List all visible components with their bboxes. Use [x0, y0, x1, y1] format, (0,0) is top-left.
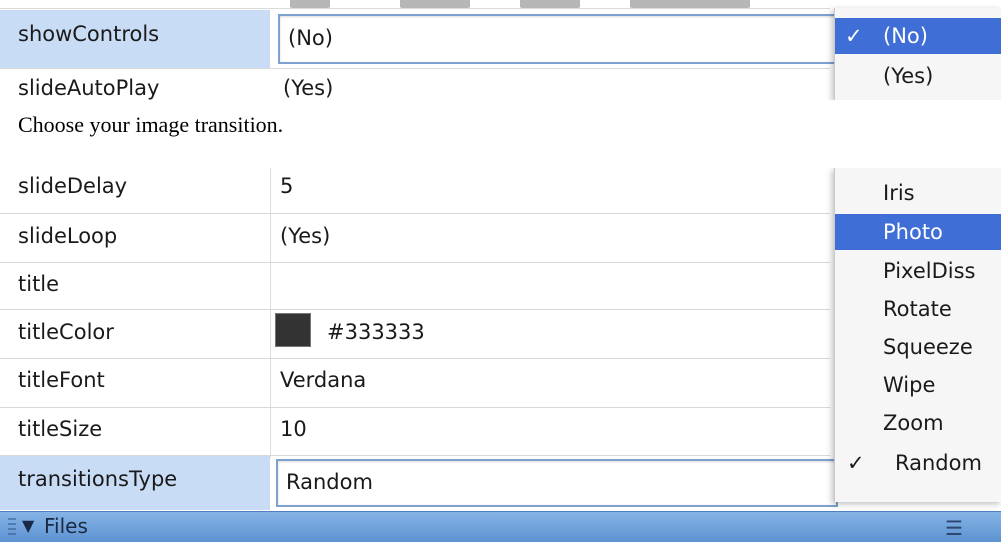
menu-item-zoom[interactable]: Zoom: [835, 404, 1001, 442]
property-name-slideDelay[interactable]: slideDelay: [18, 174, 127, 198]
drag-grip-icon[interactable]: [8, 518, 16, 536]
property-name-titleColor[interactable]: titleColor: [18, 320, 114, 344]
menu-item-no[interactable]: ✓ (No): [835, 18, 1001, 54]
menu-item-label: Iris: [883, 181, 915, 205]
menu-item-label: Rotate: [883, 297, 952, 321]
transition-popup-menu: Iris Photo PixelDiss Rotate Squeeze Wipe…: [834, 168, 1001, 502]
menu-item-yes[interactable]: (Yes): [835, 58, 1001, 94]
menu-item-label: (Yes): [883, 64, 934, 88]
list-options-icon[interactable]: ☰: [945, 516, 963, 540]
files-panel-title: Files: [44, 514, 88, 538]
row-divider: [0, 309, 830, 310]
properties-panel-top: showControls (No) slideAutoPlay (Yes) ✓ …: [0, 0, 1001, 100]
properties-panel-bottom: slideDelay 5 slideLoop (Yes) title title…: [0, 168, 1001, 542]
color-swatch[interactable]: [275, 313, 311, 347]
property-value-titleSize[interactable]: 10: [280, 417, 307, 441]
property-value-slideLoop[interactable]: (Yes): [280, 224, 330, 248]
property-value-slideAutoPlay[interactable]: (Yes): [283, 76, 333, 100]
menu-item-random[interactable]: ✓ Random: [835, 444, 1001, 482]
property-name-transitionsType[interactable]: transitionsType: [18, 467, 177, 491]
cut-off-row-text: [400, 0, 470, 8]
menu-item-label: Photo: [883, 220, 943, 244]
menu-item-label: Wipe: [883, 373, 936, 397]
menu-item-label: (No): [883, 24, 928, 48]
files-panel-header[interactable]: ▼ Files ☰: [0, 511, 1001, 542]
menu-item-photo[interactable]: Photo: [835, 214, 1001, 250]
property-value-slideDelay[interactable]: 5: [280, 174, 293, 198]
property-name-slideLoop[interactable]: slideLoop: [18, 224, 117, 248]
cut-off-row-text: [290, 0, 330, 8]
menu-item-wipe[interactable]: Wipe: [835, 366, 1001, 404]
menu-item-label: Squeeze: [883, 335, 973, 359]
checkmark-icon: ✓: [847, 451, 865, 475]
property-name-titleSize[interactable]: titleSize: [18, 417, 102, 441]
property-name-titleFont[interactable]: titleFont: [18, 368, 105, 392]
menu-item-iris[interactable]: Iris: [835, 174, 1001, 212]
row-divider: [0, 68, 830, 69]
menu-item-rotate[interactable]: Rotate: [835, 290, 1001, 328]
menu-item-label: Random: [895, 451, 982, 475]
property-name-title[interactable]: title: [18, 272, 59, 296]
checkmark-icon: ✓: [845, 24, 863, 48]
property-value-field-transitionsType[interactable]: Random: [276, 459, 838, 507]
row-divider: [0, 358, 830, 359]
row-divider: [0, 8, 830, 9]
row-divider: [0, 262, 830, 263]
cut-off-row-text: [630, 0, 750, 8]
property-value-titleFont[interactable]: Verdana: [280, 368, 366, 392]
property-value-titleColor[interactable]: #333333: [327, 320, 425, 344]
row-divider: [0, 213, 830, 214]
menu-item-label: PixelDiss: [883, 259, 976, 283]
column-separator: [270, 168, 271, 458]
menu-item-label: Zoom: [883, 411, 944, 435]
menu-item-squeeze[interactable]: Squeeze: [835, 328, 1001, 366]
row-divider: [0, 407, 830, 408]
cut-off-row-text: [520, 0, 580, 8]
disclosure-triangle-icon[interactable]: ▼: [22, 516, 34, 535]
value-popup-menu: ✓ (No) (Yes): [834, 8, 1001, 100]
menu-item-pixeldiss[interactable]: PixelDiss: [835, 252, 1001, 290]
property-name-showControls[interactable]: showControls: [18, 22, 159, 46]
instruction-caption: Choose your image transition.: [18, 112, 284, 137]
property-value-field-showControls[interactable]: (No): [278, 14, 838, 64]
property-name-slideAutoPlay[interactable]: slideAutoPlay: [18, 76, 159, 100]
